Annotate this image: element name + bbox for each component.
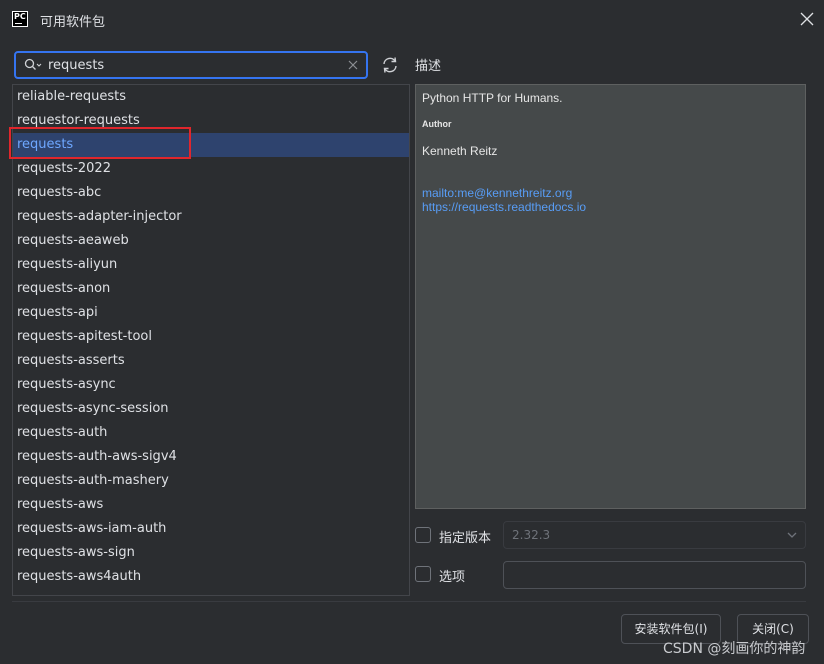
email-link[interactable]: mailto:me@kennethreitz.org xyxy=(422,186,572,200)
package-list-item[interactable]: requests-aliyun xyxy=(13,253,409,277)
package-list-item[interactable]: requestor-requests xyxy=(13,109,409,133)
package-list-item[interactable]: requests-auth-mashery xyxy=(13,469,409,493)
options-label: 选项 xyxy=(439,570,466,585)
search-icon[interactable] xyxy=(24,58,42,72)
clear-search-icon[interactable] xyxy=(348,60,358,70)
package-list-item[interactable]: requests-api xyxy=(13,301,409,325)
package-list-item[interactable]: requests-asserts xyxy=(13,349,409,373)
package-list-item[interactable]: requests-aws-iam-auth xyxy=(13,517,409,541)
package-list-item[interactable]: requests-auth xyxy=(13,421,409,445)
dialog-title: 可用软件包 xyxy=(40,15,106,30)
package-list-item[interactable]: requests-aws4auth xyxy=(13,565,409,589)
package-list-item[interactable]: requests-apitest-tool xyxy=(13,325,409,349)
version-value: 2.32.3 xyxy=(512,528,551,542)
refresh-icon[interactable] xyxy=(381,56,399,74)
package-list-item[interactable]: requests-aws xyxy=(13,493,409,517)
package-list-item[interactable]: requests-2022 xyxy=(13,157,409,181)
package-list-item[interactable]: reliable-requests xyxy=(13,85,409,109)
pycharm-logo-icon: PC xyxy=(12,11,28,27)
package-list-item[interactable]: requests-auth-aws-sigv4 xyxy=(13,445,409,469)
author-heading: Author xyxy=(422,119,452,129)
specify-version-label: 指定版本 xyxy=(439,531,492,546)
package-summary: Python HTTP for Humans. xyxy=(422,91,563,105)
options-input[interactable] xyxy=(503,561,806,589)
docs-link[interactable]: https://requests.readthedocs.io xyxy=(422,200,586,214)
specify-version-checkbox[interactable] xyxy=(415,527,431,543)
watermark: CSDN @刻画你的神韵 xyxy=(663,641,806,657)
package-list-item[interactable]: requests xyxy=(13,133,409,157)
package-list-item[interactable]: requests-async-session xyxy=(13,397,409,421)
package-list-item[interactable]: requests-aeaweb xyxy=(13,229,409,253)
package-list[interactable]: reliable-requests requestor-requests reque… xyxy=(12,84,410,596)
chevron-down-icon xyxy=(787,532,797,538)
package-list-item[interactable]: requests-adapter-injector xyxy=(13,205,409,229)
author-name: Kenneth Reitz xyxy=(422,144,498,158)
search-field[interactable] xyxy=(14,51,368,79)
footer-divider xyxy=(12,601,806,602)
description-label: 描述 xyxy=(415,59,442,74)
search-input[interactable] xyxy=(48,56,338,74)
close-icon[interactable] xyxy=(800,12,814,26)
version-select[interactable]: 2.32.3 xyxy=(503,521,806,549)
package-list-item[interactable]: requests-async xyxy=(13,373,409,397)
package-list-item[interactable]: requests-anon xyxy=(13,277,409,301)
package-list-item[interactable]: requests-abc xyxy=(13,181,409,205)
package-list-item[interactable]: requests-aws-sign xyxy=(13,541,409,565)
description-panel: Python HTTP for Humans. Author Kenneth R… xyxy=(415,84,806,509)
options-checkbox[interactable] xyxy=(415,566,431,582)
title-bar: PC 可用软件包 xyxy=(0,0,824,38)
